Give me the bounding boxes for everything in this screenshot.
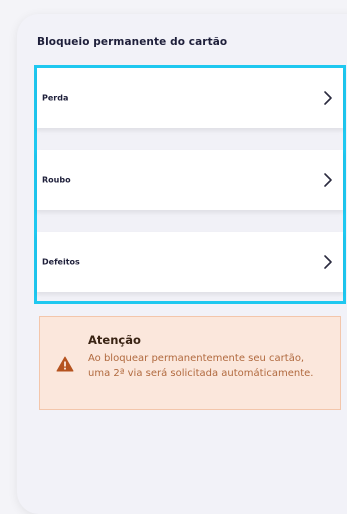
option-defeitos[interactable]: Defeitos (37, 232, 343, 292)
alert-title: Atenção (88, 333, 141, 347)
attention-alert: Atenção Ao bloquear permanentemente seu … (39, 316, 341, 410)
option-perda[interactable]: Perda (37, 68, 343, 128)
option-label: Defeitos (42, 257, 80, 267)
option-label: Perda (42, 93, 69, 103)
option-label: Roubo (42, 175, 71, 185)
chevron-right-icon (324, 255, 332, 269)
alert-message: Ao bloquear permanentemente seu cartão, … (88, 353, 314, 379)
chevron-right-icon (324, 91, 332, 105)
option-roubo[interactable]: Roubo (37, 150, 343, 210)
phone-screen: Bloqueio permanente do cartão Perda Roub… (17, 14, 347, 514)
chevron-right-icon (324, 173, 332, 187)
page-title: Bloqueio permanente do cartão (37, 36, 228, 48)
block-reason-list: Perda Roubo Defeitos (34, 65, 346, 304)
warning-icon (56, 356, 74, 372)
